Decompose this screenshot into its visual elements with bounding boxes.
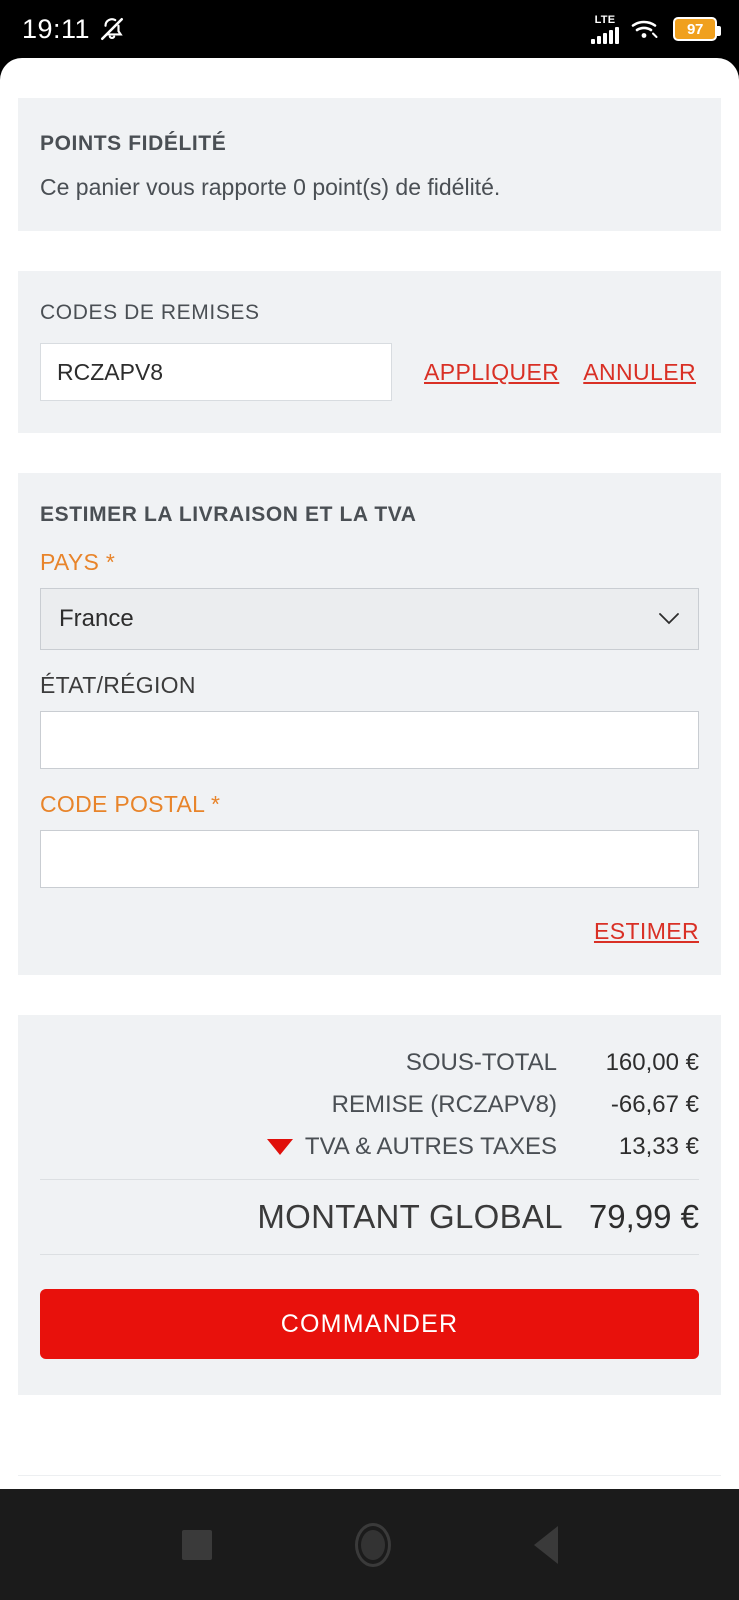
signal-bars-icon: LTE [591, 13, 619, 44]
summary-row-subtotal: SOUS-TOTAL 160,00 € [40, 1049, 699, 1077]
back-button[interactable] [533, 1525, 558, 1564]
tax-value: 13,33 € [618, 1133, 699, 1160]
country-label: PAYS * [40, 549, 699, 576]
battery-icon: 97 [673, 17, 721, 41]
order-summary-card: SOUS-TOTAL 160,00 € REMISE (RCZAPV8) -66… [18, 1015, 721, 1395]
home-button[interactable] [354, 1522, 391, 1567]
country-select[interactable]: France [40, 588, 699, 650]
postal-required-star: * [211, 791, 221, 817]
grand-total-row: MONTANT GLOBAL 79,99 € [40, 1198, 699, 1236]
status-bar: 19:11 LTE 97 [0, 0, 739, 58]
status-bar-left: 19:11 [22, 14, 125, 45]
discount-code-input[interactable] [40, 343, 392, 401]
postal-code-label: CODE POSTAL * [40, 791, 699, 818]
discount-code-card: CODES DE REMISES APPLIQUER ANNULER [18, 271, 721, 433]
android-navigation-bar [0, 1489, 739, 1600]
discount-row: APPLIQUER ANNULER [40, 343, 699, 401]
region-label: ÉTAT/RÉGION [40, 672, 196, 698]
estimate-title: ESTIMER LA LIVRAISON ET LA TVA [40, 503, 417, 526]
estimate-action-row: ESTIMER [40, 918, 699, 945]
grand-total-value: 79,99 € [588, 1198, 699, 1235]
phone-screen: 19:11 LTE 97 POINTS FIDÉLITÉ Ce panier v… [0, 0, 739, 1600]
cancel-discount-button[interactable]: ANNULER [583, 359, 696, 386]
region-field: ÉTAT/RÉGION [40, 672, 699, 769]
status-time: 19:11 [22, 13, 91, 44]
country-select-wrapper[interactable]: France [40, 588, 699, 650]
subtotal-value: 160,00 € [605, 1049, 699, 1076]
recents-button[interactable] [181, 1529, 212, 1560]
discount-amount-value: -66,67 € [610, 1091, 699, 1118]
cart-page-scroll[interactable]: POINTS FIDÉLITÉ Ce panier vous rapporte … [0, 58, 739, 1489]
discount-title: CODES DE REMISES [40, 301, 260, 324]
loyalty-title: POINTS FIDÉLITÉ [40, 132, 227, 155]
postal-code-input[interactable] [40, 830, 699, 888]
footer-accordion: RCZ BIKE SHOP NOTRE CATALOGUE [18, 1475, 721, 1489]
region-input[interactable] [40, 711, 699, 769]
loyalty-message: Ce panier vous rapporte 0 point(s) de fi… [40, 174, 501, 200]
discount-actions: APPLIQUER ANNULER [424, 359, 696, 386]
country-field: PAYS * France [40, 549, 699, 650]
tax-label-group: TVA & AUTRES TAXES [266, 1133, 557, 1161]
battery-level: 97 [686, 20, 704, 38]
summary-row-discount: REMISE (RCZAPV8) -66,67 € [40, 1091, 699, 1119]
country-required-star: * [105, 549, 116, 575]
discount-amount-label: REMISE (RCZAPV8) [331, 1091, 557, 1118]
bell-muted-icon [101, 17, 124, 41]
postal-code-field: CODE POSTAL * [40, 791, 699, 888]
network-label: LTE [594, 13, 616, 26]
estimate-button[interactable]: ESTIMER [594, 918, 699, 945]
country-label-text: PAYS [40, 549, 100, 575]
tax-label: TVA & AUTRES TAXES [304, 1133, 557, 1160]
browser-viewport: POINTS FIDÉLITÉ Ce panier vous rapporte … [0, 58, 739, 1489]
summary-row-tax[interactable]: TVA & AUTRES TAXES 13,33 € [40, 1133, 699, 1161]
subtotal-label: SOUS-TOTAL [405, 1049, 557, 1076]
postal-label-text: CODE POSTAL [40, 791, 205, 817]
summary-divider-bottom [40, 1254, 699, 1255]
chevron-down-icon [659, 613, 679, 625]
triangle-down-icon[interactable] [266, 1139, 293, 1155]
summary-divider-top [40, 1179, 699, 1180]
checkout-button[interactable]: COMMANDER [40, 1289, 699, 1359]
wifi-icon [631, 20, 658, 38]
estimate-shipping-card: ESTIMER LA LIVRAISON ET LA TVA PAYS * Fr… [18, 473, 721, 975]
loyalty-points-card: POINTS FIDÉLITÉ Ce panier vous rapporte … [18, 98, 721, 231]
status-bar-right: LTE 97 [591, 13, 721, 44]
apply-discount-button[interactable]: APPLIQUER [424, 359, 559, 386]
grand-total-label: MONTANT GLOBAL [257, 1198, 563, 1235]
